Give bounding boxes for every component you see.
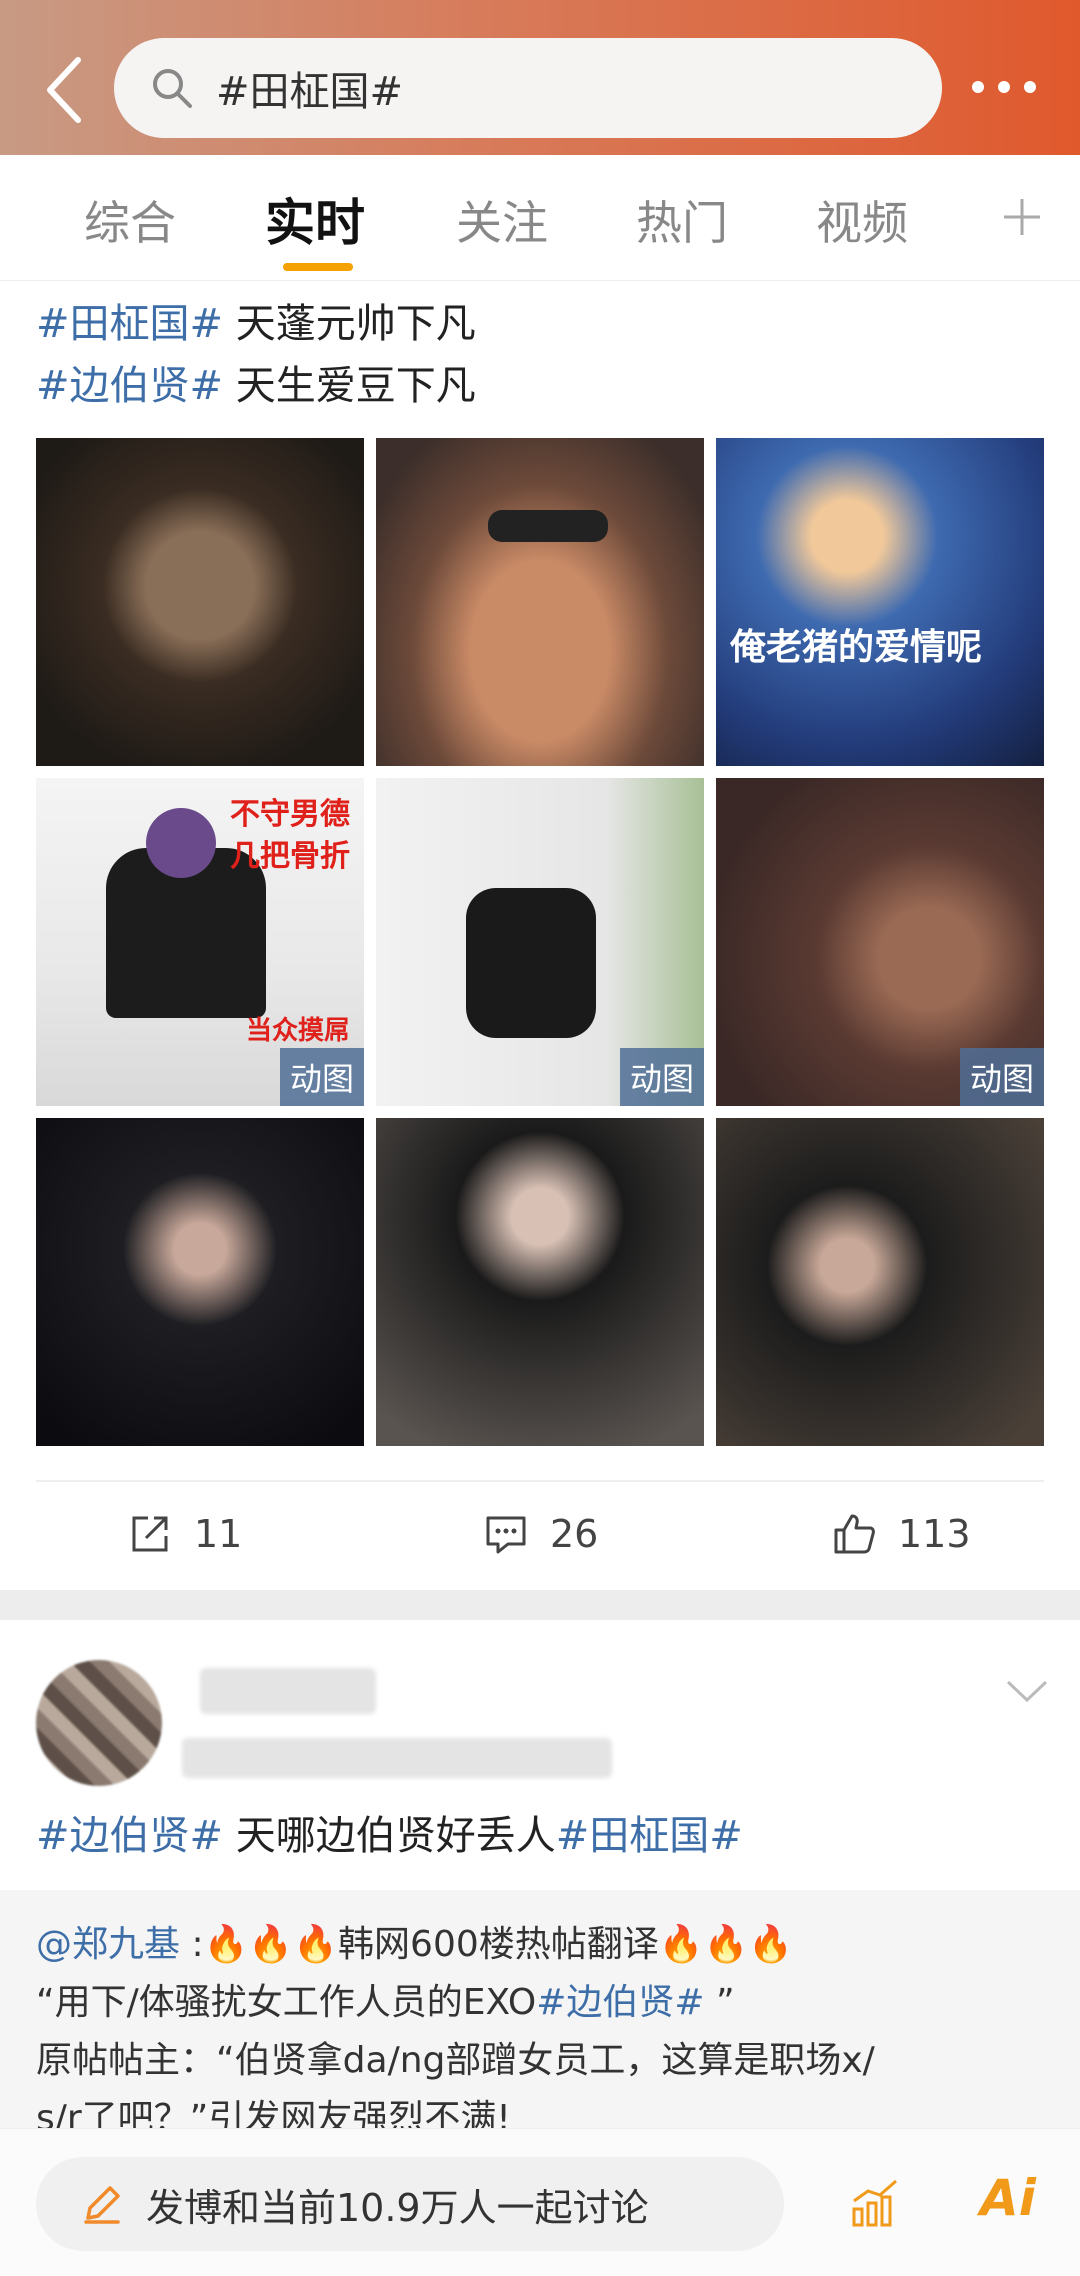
repost-line: “用下/体骚扰女工作人员的EXO#边伯贤# ” (36, 1974, 735, 2032)
post-image[interactable] (376, 438, 704, 766)
image-red-caption: 不守男德 几把骨折 (230, 797, 350, 874)
search-icon (153, 69, 192, 108)
post-meta-blurred (182, 1738, 612, 1778)
post-image[interactable] (36, 438, 364, 766)
trend-chart-icon[interactable] (848, 2175, 904, 2231)
ai-assistant-icon[interactable]: Ai (980, 2169, 1036, 2227)
pencil-icon (84, 2186, 120, 2224)
post-image[interactable]: 不守男德 几把骨折 当众摸屌 动图 (36, 778, 364, 1106)
tab-hot[interactable]: 热门 (636, 187, 728, 253)
top-bar: #田柾国# (0, 0, 1080, 155)
hashtag-link[interactable]: #田柾国# (556, 1813, 743, 1859)
figure-shape (466, 888, 596, 1038)
thumbs-up-icon (834, 1514, 875, 1554)
repost-text: ” (704, 1982, 735, 2023)
post-image[interactable] (716, 1118, 1044, 1446)
comment-button[interactable]: 26 (482, 1510, 598, 1558)
like-count: 113 (898, 1512, 971, 1556)
sunglasses-shape (488, 510, 608, 542)
repost-text: “用下/体骚扰女工作人员的EXO (36, 1982, 537, 2023)
compose-placeholder: 发博和当前10.9万人一起讨论 (146, 2185, 649, 2230)
bottom-compose-bar: 发博和当前10.9万人一起讨论 Ai (0, 2128, 1080, 2276)
hashtag-link[interactable]: #边伯贤# (536, 1982, 704, 2023)
post-image[interactable] (36, 1118, 364, 1446)
like-button[interactable]: 113 (830, 1510, 971, 1558)
tab-general[interactable]: 综合 (84, 187, 176, 253)
search-bar[interactable]: #田柾国# (114, 38, 942, 138)
head-shape (146, 808, 216, 878)
post-text: 天生爱豆下凡 (223, 363, 476, 409)
gif-badge: 动图 (959, 1048, 1044, 1106)
chevron-down-icon[interactable] (1004, 1676, 1050, 1706)
image-caption: 俺老猪的爱情呢 (730, 627, 983, 668)
post-text: 天哪边伯贤好丢人 (223, 1813, 556, 1859)
hashtag-link[interactable]: #边伯贤# (36, 1813, 223, 1859)
post-image[interactable]: 动图 (716, 778, 1044, 1106)
post-image[interactable] (376, 1118, 704, 1446)
post-image[interactable]: 俺老猪的爱情呢 (716, 438, 1044, 766)
more-options-icon[interactable] (972, 72, 1052, 102)
repost-count: 11 (194, 1512, 243, 1556)
repost-line: 原帖帖主：“伯贤拿da/ng部蹭女员工，这算是职场x/ (36, 2040, 875, 2081)
hashtag-link[interactable]: #边伯贤# (36, 363, 223, 409)
post-text-line: #田柾国# 天蓬元帅下凡 (36, 293, 476, 355)
divider (36, 1480, 1044, 1482)
post-text-line: #边伯贤# 天生爱豆下凡 (36, 355, 476, 417)
post-text-line: #边伯贤# 天哪边伯贤好丢人#田柾国# (36, 1805, 743, 1867)
hashtag-link[interactable]: #田柾国# (36, 301, 223, 347)
compose-input[interactable]: 发博和当前10.9万人一起讨论 (36, 2157, 784, 2251)
repost-text: :🔥🔥🔥韩网600楼热帖翻译🔥🔥🔥 (180, 1924, 794, 1965)
image-grid: 俺老猪的爱情呢 不守男德 几把骨折 当众摸屌 动图 动图 动图 (36, 438, 1044, 1448)
post-image[interactable]: 动图 (376, 778, 704, 1106)
repost-icon (132, 1516, 168, 1552)
repost-button[interactable]: 11 (126, 1510, 242, 1558)
back-arrow-icon[interactable] (38, 52, 88, 128)
search-query: #田柾国# (216, 69, 404, 115)
avatar[interactable] (36, 1660, 162, 1786)
image-red-caption-bottom: 当众摸屌 (245, 1016, 350, 1046)
mention-link[interactable]: @郑九基 (36, 1924, 180, 1965)
reposted-content[interactable]: @郑九基 :🔥🔥🔥韩网600楼热帖翻译🔥🔥🔥 “用下/体骚扰女工作人员的EXO#… (0, 1890, 1080, 2139)
add-tab-icon[interactable] (1000, 195, 1044, 239)
username-blurred[interactable] (200, 1668, 376, 1714)
feed-separator (0, 1590, 1080, 1620)
active-tab-indicator (283, 263, 353, 271)
repost-line: @郑九基 :🔥🔥🔥韩网600楼热帖翻译🔥🔥🔥 (36, 1916, 793, 1974)
comment-icon (486, 1516, 526, 1554)
comment-count: 26 (550, 1512, 599, 1556)
post-actions: 11 26 113 (0, 1490, 1080, 1586)
tab-bar: 综合 实时 关注 热门 视频 (0, 155, 1080, 281)
tab-realtime[interactable]: 实时 (265, 183, 365, 255)
gif-badge: 动图 (279, 1048, 364, 1106)
tab-video[interactable]: 视频 (816, 187, 908, 253)
post-text: 天蓬元帅下凡 (223, 301, 476, 347)
tab-following[interactable]: 关注 (456, 187, 548, 253)
gif-badge: 动图 (619, 1048, 704, 1106)
